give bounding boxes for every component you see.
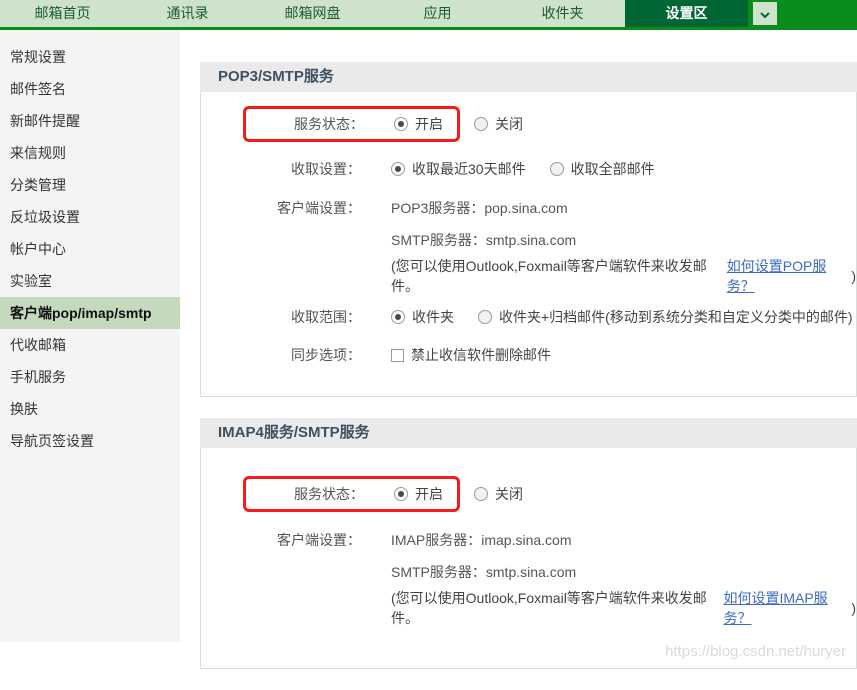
nav-item-netdisk[interactable]: 邮箱网盘 — [250, 0, 375, 27]
sidebar-item-nav-tabs-setting[interactable]: 导航页签设置 — [0, 425, 180, 457]
sidebar-item-mail-collection[interactable]: 代收邮箱 — [0, 329, 180, 361]
imap-service-status-row: 服务状态： 开启 关闭 — [201, 472, 856, 516]
fetch-all-option[interactable]: 收取全部邮件 — [550, 159, 655, 179]
pop-fetch-range-label: 收取范围： — [246, 307, 361, 327]
pop-fetch-setting-label: 收取设置： — [246, 159, 361, 179]
imap-client-setting-row: 客户端设置： IMAP服务器：imap.sina.com — [201, 524, 856, 556]
range-archive-label: 收件夹+归档邮件(移动到系统分类和自定义分类中的邮件) — [499, 307, 853, 327]
sidebar-item-general[interactable]: 常规设置 — [0, 41, 180, 73]
fetch-all-label: 收取全部邮件 — [571, 159, 655, 179]
nav-right-fill — [748, 0, 857, 27]
settings-main-content: POP3/SMTP服务 服务状态： 开启 关闭 — [200, 62, 857, 690]
settings-sidebar: 常规设置 邮件签名 新邮件提醒 来信规则 分类管理 反垃圾设置 帐户中心 实验室… — [0, 30, 180, 642]
radio-checked-icon[interactable] — [394, 487, 408, 501]
sidebar-item-lab[interactable]: 实验室 — [0, 265, 180, 297]
nav-item-apps[interactable]: 应用 — [375, 0, 500, 27]
imap-status-off-label: 关闭 — [495, 484, 523, 504]
pop-client-note-text: (您可以使用Outlook,Foxmail等客户端软件来收发邮件。 — [391, 256, 727, 296]
imap-client-note-row: (您可以使用Outlook,Foxmail等客户端软件来收发邮件。 如何设置IM… — [201, 588, 856, 628]
pop-service-status-label: 服务状态： — [246, 114, 364, 134]
how-to-set-imap-link[interactable]: 如何设置IMAP服务？ — [723, 588, 851, 628]
fetch-recent-30-option[interactable]: 收取最近30天邮件 — [391, 159, 526, 179]
imap-status-off-option[interactable]: 关闭 — [474, 484, 523, 504]
radio-checked-icon[interactable] — [394, 117, 408, 131]
radio-unchecked-icon[interactable] — [474, 117, 488, 131]
top-navigation: 邮箱首页 通讯录 邮箱网盘 应用 收件夹 设置区 — [0, 0, 857, 30]
radio-checked-icon[interactable] — [391, 310, 405, 324]
checkbox-unchecked-icon[interactable] — [391, 349, 404, 362]
settings-dropdown-button[interactable] — [753, 2, 777, 25]
sidebar-item-antispam[interactable]: 反垃圾设置 — [0, 201, 180, 233]
range-archive-option[interactable]: 收件夹+归档邮件(移动到系统分类和自定义分类中的邮件) — [478, 307, 853, 327]
imap-server-value: IMAP服务器：imap.sina.com — [391, 530, 571, 550]
radio-unchecked-icon[interactable] — [478, 310, 492, 324]
pop-sync-option-label: 同步选项： — [246, 345, 361, 365]
radio-unchecked-icon[interactable] — [550, 162, 564, 176]
pop-service-status-row: 服务状态： 开启 关闭 — [201, 102, 856, 146]
imap4-smtp-panel: IMAP4服务/SMTP服务 服务状态： 开启 关闭 — [200, 418, 857, 669]
range-inbox-option[interactable]: 收件夹 — [391, 307, 454, 327]
nav-item-contacts[interactable]: 通讯录 — [125, 0, 250, 27]
pop-status-off-option[interactable]: 关闭 — [474, 114, 523, 134]
imap-service-status-label: 服务状态： — [246, 484, 364, 504]
sidebar-item-new-mail-alert[interactable]: 新邮件提醒 — [0, 105, 180, 137]
nav-item-mail-home[interactable]: 邮箱首页 — [0, 0, 125, 27]
how-to-set-pop-link[interactable]: 如何设置POP服务？ — [727, 256, 852, 296]
fetch-recent-30-label: 收取最近30天邮件 — [412, 159, 526, 179]
pop-client-note-row: (您可以使用Outlook,Foxmail等客户端软件来收发邮件。 如何设置PO… — [201, 256, 856, 296]
sidebar-item-mobile-service[interactable]: 手机服务 — [0, 361, 180, 393]
sidebar-item-mail-rules[interactable]: 来信规则 — [0, 137, 180, 169]
imap-smtp-server-value: SMTP服务器：smtp.sina.com — [391, 562, 576, 582]
imap-status-on-option[interactable]: 开启 — [394, 484, 443, 504]
csdn-watermark: https://blog.csdn.net/huryer — [665, 643, 846, 660]
nav-tab-settings-active[interactable]: 设置区 — [625, 0, 748, 27]
red-highlight-box-pop: 服务状态： 开启 — [243, 106, 460, 142]
red-highlight-box-imap: 服务状态： 开启 — [243, 476, 460, 512]
nav-item-inbox[interactable]: 收件夹 — [500, 0, 625, 27]
pop-status-on-label: 开启 — [415, 114, 443, 134]
pop-status-on-option[interactable]: 开启 — [394, 114, 443, 134]
imap-status-on-label: 开启 — [415, 484, 443, 504]
pop-sync-option-row: 同步选项： 禁止收信软件删除邮件 — [201, 340, 856, 370]
pop3-smtp-panel-title: POP3/SMTP服务 — [200, 62, 857, 92]
range-inbox-label: 收件夹 — [412, 307, 454, 327]
pop3-smtp-panel: POP3/SMTP服务 服务状态： 开启 关闭 — [200, 62, 857, 397]
sidebar-item-category[interactable]: 分类管理 — [0, 169, 180, 201]
sidebar-item-account-center[interactable]: 帐户中心 — [0, 233, 180, 265]
pop-client-note-suffix: ) — [851, 268, 856, 284]
forbid-delete-option[interactable]: 禁止收信软件删除邮件 — [391, 345, 551, 365]
imap-client-note-suffix: ) — [851, 600, 856, 616]
sidebar-item-signature[interactable]: 邮件签名 — [0, 73, 180, 105]
chevron-down-icon — [760, 6, 770, 22]
radio-unchecked-icon[interactable] — [474, 487, 488, 501]
sidebar-item-pop-imap-smtp-active[interactable]: 客户端pop/imap/smtp — [0, 297, 180, 329]
forbid-delete-label: 禁止收信软件删除邮件 — [411, 345, 551, 365]
pop-status-off-label: 关闭 — [495, 114, 523, 134]
pop-smtp-server-row: SMTP服务器：smtp.sina.com — [201, 224, 856, 256]
radio-checked-icon[interactable] — [391, 162, 405, 176]
imap4-smtp-panel-title: IMAP4服务/SMTP服务 — [200, 418, 857, 448]
pop-client-setting-label: 客户端设置： — [246, 198, 361, 218]
pop-fetch-setting-row: 收取设置： 收取最近30天邮件 收取全部邮件 — [201, 154, 856, 184]
pop-client-setting-row: 客户端设置： POP3服务器：pop.sina.com — [201, 192, 856, 224]
imap-client-note-text: (您可以使用Outlook,Foxmail等客户端软件来收发邮件。 — [391, 588, 723, 628]
smtp-server-value: SMTP服务器：smtp.sina.com — [391, 230, 576, 250]
sidebar-item-skin[interactable]: 换肤 — [0, 393, 180, 425]
imap-client-setting-label: 客户端设置： — [246, 530, 361, 550]
imap-smtp-server-row: SMTP服务器：smtp.sina.com — [201, 556, 856, 588]
pop-fetch-range-row: 收取范围： 收件夹 收件夹+归档邮件(移动到系统分类和自定义分类中的邮件) — [201, 302, 856, 332]
pop3-server-value: POP3服务器：pop.sina.com — [391, 198, 568, 218]
